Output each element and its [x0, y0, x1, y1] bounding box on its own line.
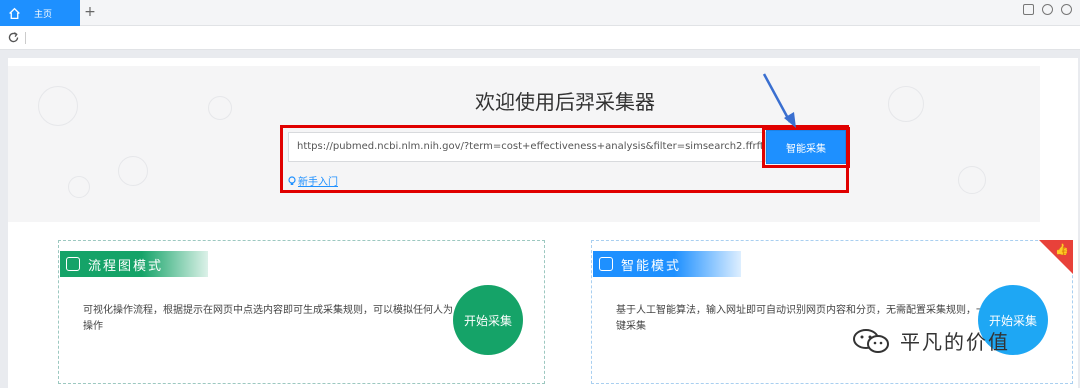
help-icon[interactable] [1042, 4, 1053, 15]
thumbs-up-icon: 👍 [1055, 243, 1069, 256]
doodle-shape [958, 166, 986, 194]
tab-home-label: 主页 [34, 9, 53, 20]
flow-mode-card: 流程图模式 可视化操作流程，根据提示在网页中点选内容即可生成采集规则，可以模拟任… [58, 240, 545, 384]
doodle-shape [38, 86, 78, 126]
flow-mode-description: 可视化操作流程，根据提示在网页中点选内容即可生成采集规则，可以模拟任何人为操作 [83, 305, 453, 332]
newbie-link-label: 新手入门 [298, 177, 338, 188]
watermark: 平凡的价值 [850, 326, 1010, 355]
smart-mode-card: 智能模式 基于人工智能算法，输入网址即可自动识别网页内容和分页，无需配置采集规则… [591, 240, 1073, 384]
flow-mode-header: 流程图模式 [60, 251, 208, 277]
doodle-shape [68, 176, 90, 198]
smart-mode-title: 智能模式 [621, 258, 682, 274]
doodle-shape [118, 156, 148, 186]
newbie-link[interactable]: 新手入门 [288, 173, 338, 188]
flowchart-icon [66, 257, 80, 271]
smart-mode-header: 智能模式 [593, 251, 741, 277]
wechat-logo-icon [853, 328, 889, 353]
lightbulb-icon [288, 175, 296, 185]
flow-start-button[interactable]: 开始采集 [453, 285, 523, 355]
annotation-arrow [762, 73, 796, 128]
flow-mode-title: 流程图模式 [88, 258, 164, 274]
toolbar [0, 26, 1080, 50]
page-title: 欢迎使用后羿采集器 [475, 90, 655, 114]
settings-icon[interactable] [1061, 4, 1072, 15]
tab-home[interactable]: 主页 [0, 0, 80, 26]
watermark-text: 平凡的价值 [900, 330, 1010, 354]
reload-icon[interactable] [7, 31, 20, 44]
window-icons [1023, 4, 1072, 15]
home-icon [0, 0, 28, 26]
gift-icon[interactable] [1023, 4, 1034, 15]
doodle-shape [888, 86, 924, 122]
robot-icon [599, 257, 613, 271]
tab-bar: 主页 + [0, 0, 1080, 26]
add-tab-button[interactable]: + [83, 3, 97, 21]
toolbar-divider [25, 32, 26, 44]
doodle-shape [208, 96, 232, 120]
highlight-box-button [762, 127, 850, 168]
